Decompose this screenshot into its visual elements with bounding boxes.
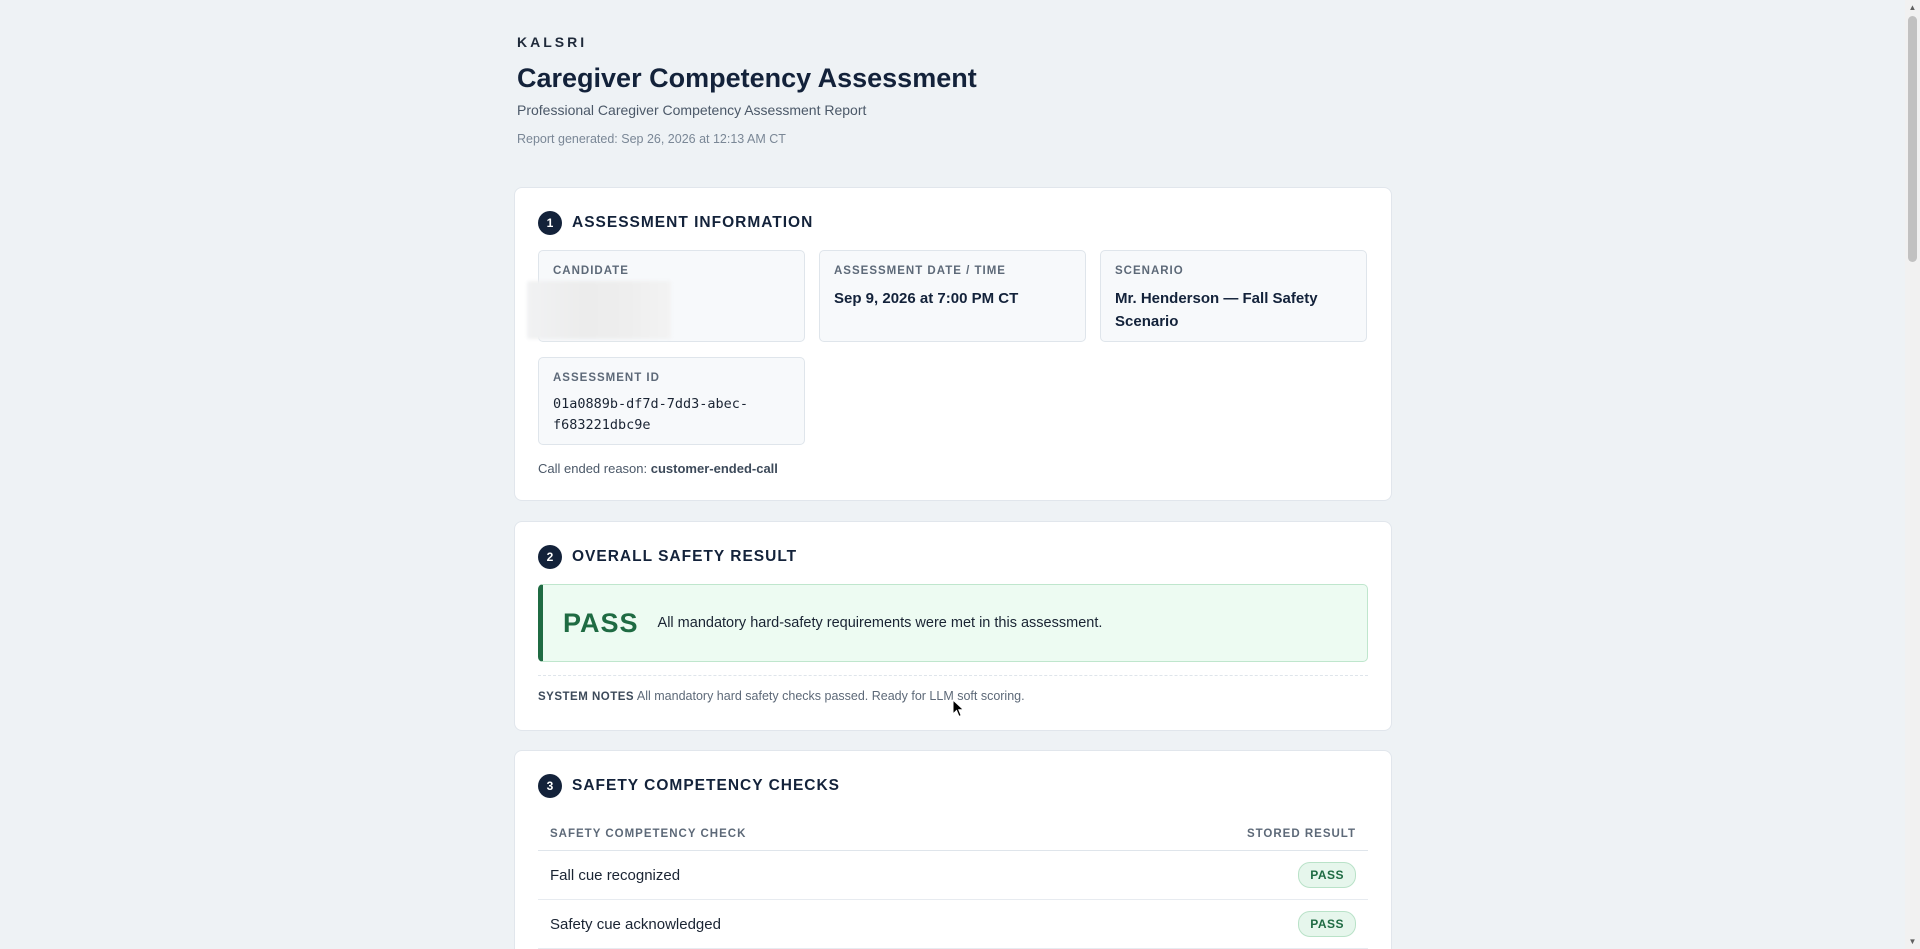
section-title: OVERALL SAFETY RESULT: [572, 548, 798, 565]
assessment-id-value: 01a0889b-df7d-7dd3-abec-f683221dbc9e: [553, 396, 749, 433]
scroll-up-arrow-icon[interactable]: ▲: [1905, 0, 1920, 15]
candidate-name-redacted: [527, 281, 671, 339]
system-notes-label: SYSTEM NOTES: [538, 691, 635, 703]
column-header-check: SAFETY COMPETENCY CHECK: [550, 827, 747, 840]
system-notes-text: All mandatory hard safety checks passed.…: [636, 689, 1025, 703]
candidate-box: CANDIDATE: [527, 250, 805, 342]
assessment-date-label: ASSESSMENT DATE / TIME: [834, 265, 1006, 277]
scenario-value: Mr. Henderson — Fall Safety Scenario: [1115, 290, 1318, 330]
safety-checks-table: SAFETY COMPETENCY CHECK STORED RESULT Fa…: [538, 817, 1368, 949]
table-header: SAFETY COMPETENCY CHECK STORED RESULT: [538, 817, 1368, 851]
vertical-scrollbar[interactable]: ▲ ▼: [1905, 0, 1920, 949]
section-title: ASSESSMENT INFORMATION: [572, 214, 814, 231]
check-label: Fall cue recognized: [550, 866, 681, 884]
page-title: Caregiver Competency Assessment: [517, 63, 977, 93]
safety-result-message: All mandatory hard-safety requirements w…: [657, 615, 1103, 631]
page-subtitle: Professional Caregiver Competency Assess…: [517, 102, 867, 118]
section-header: 2 OVERALL SAFETY RESULT: [538, 545, 797, 569]
call-ended-label: Call ended reason:: [538, 461, 648, 476]
mouse-cursor-icon: [952, 699, 965, 718]
section-header: 1 ASSESSMENT INFORMATION: [538, 211, 813, 235]
result-badge: PASS: [1298, 862, 1356, 888]
column-header-result: STORED RESULT: [1246, 827, 1356, 840]
check-label: Safety cue acknowledged: [550, 915, 721, 933]
candidate-label: CANDIDATE: [553, 265, 629, 277]
safety-result-status: PASS: [563, 607, 639, 638]
scenario-box: SCENARIO Mr. Henderson — Fall Safety Sce…: [1100, 250, 1367, 342]
assessment-information-card: 1 ASSESSMENT INFORMATION CANDIDATE ASSES…: [514, 187, 1392, 501]
scroll-down-arrow-icon[interactable]: ▼: [1905, 934, 1920, 949]
call-ended-reason: Call ended reason: customer-ended-call: [538, 461, 778, 476]
scrollbar-thumb[interactable]: [1908, 16, 1917, 262]
section-title: SAFETY COMPETENCY CHECKS: [572, 777, 841, 794]
brand-name: KALSRI: [517, 34, 588, 50]
notes-divider: [538, 675, 1368, 676]
safety-result-banner: PASS All mandatory hard-safety requireme…: [538, 584, 1368, 662]
section-number-badge: 2: [538, 545, 562, 569]
assessment-id-box: ASSESSMENT ID 01a0889b-df7d-7dd3-abec-f6…: [538, 357, 805, 445]
assessment-date-value: Sep 9, 2026 at 7:00 PM CT: [834, 290, 1019, 307]
scenario-label: SCENARIO: [1115, 265, 1184, 277]
assessment-id-label: ASSESSMENT ID: [553, 372, 660, 384]
table-row: Fall cue recognized PASS: [538, 851, 1368, 900]
report-generated-timestamp: Report generated: Sep 26, 2026 at 12:13 …: [517, 132, 786, 146]
result-badge: PASS: [1298, 911, 1356, 937]
section-number-badge: 1: [538, 211, 562, 235]
assessment-date-box: ASSESSMENT DATE / TIME Sep 9, 2026 at 7:…: [819, 250, 1086, 342]
call-ended-value: customer-ended-call: [650, 461, 778, 476]
table-row: Safety cue acknowledged PASS: [538, 900, 1368, 949]
section-header: 3 SAFETY COMPETENCY CHECKS: [538, 774, 840, 798]
safety-competency-checks-card: 3 SAFETY COMPETENCY CHECKS SAFETY COMPET…: [514, 750, 1392, 949]
section-number-badge: 3: [538, 774, 562, 798]
